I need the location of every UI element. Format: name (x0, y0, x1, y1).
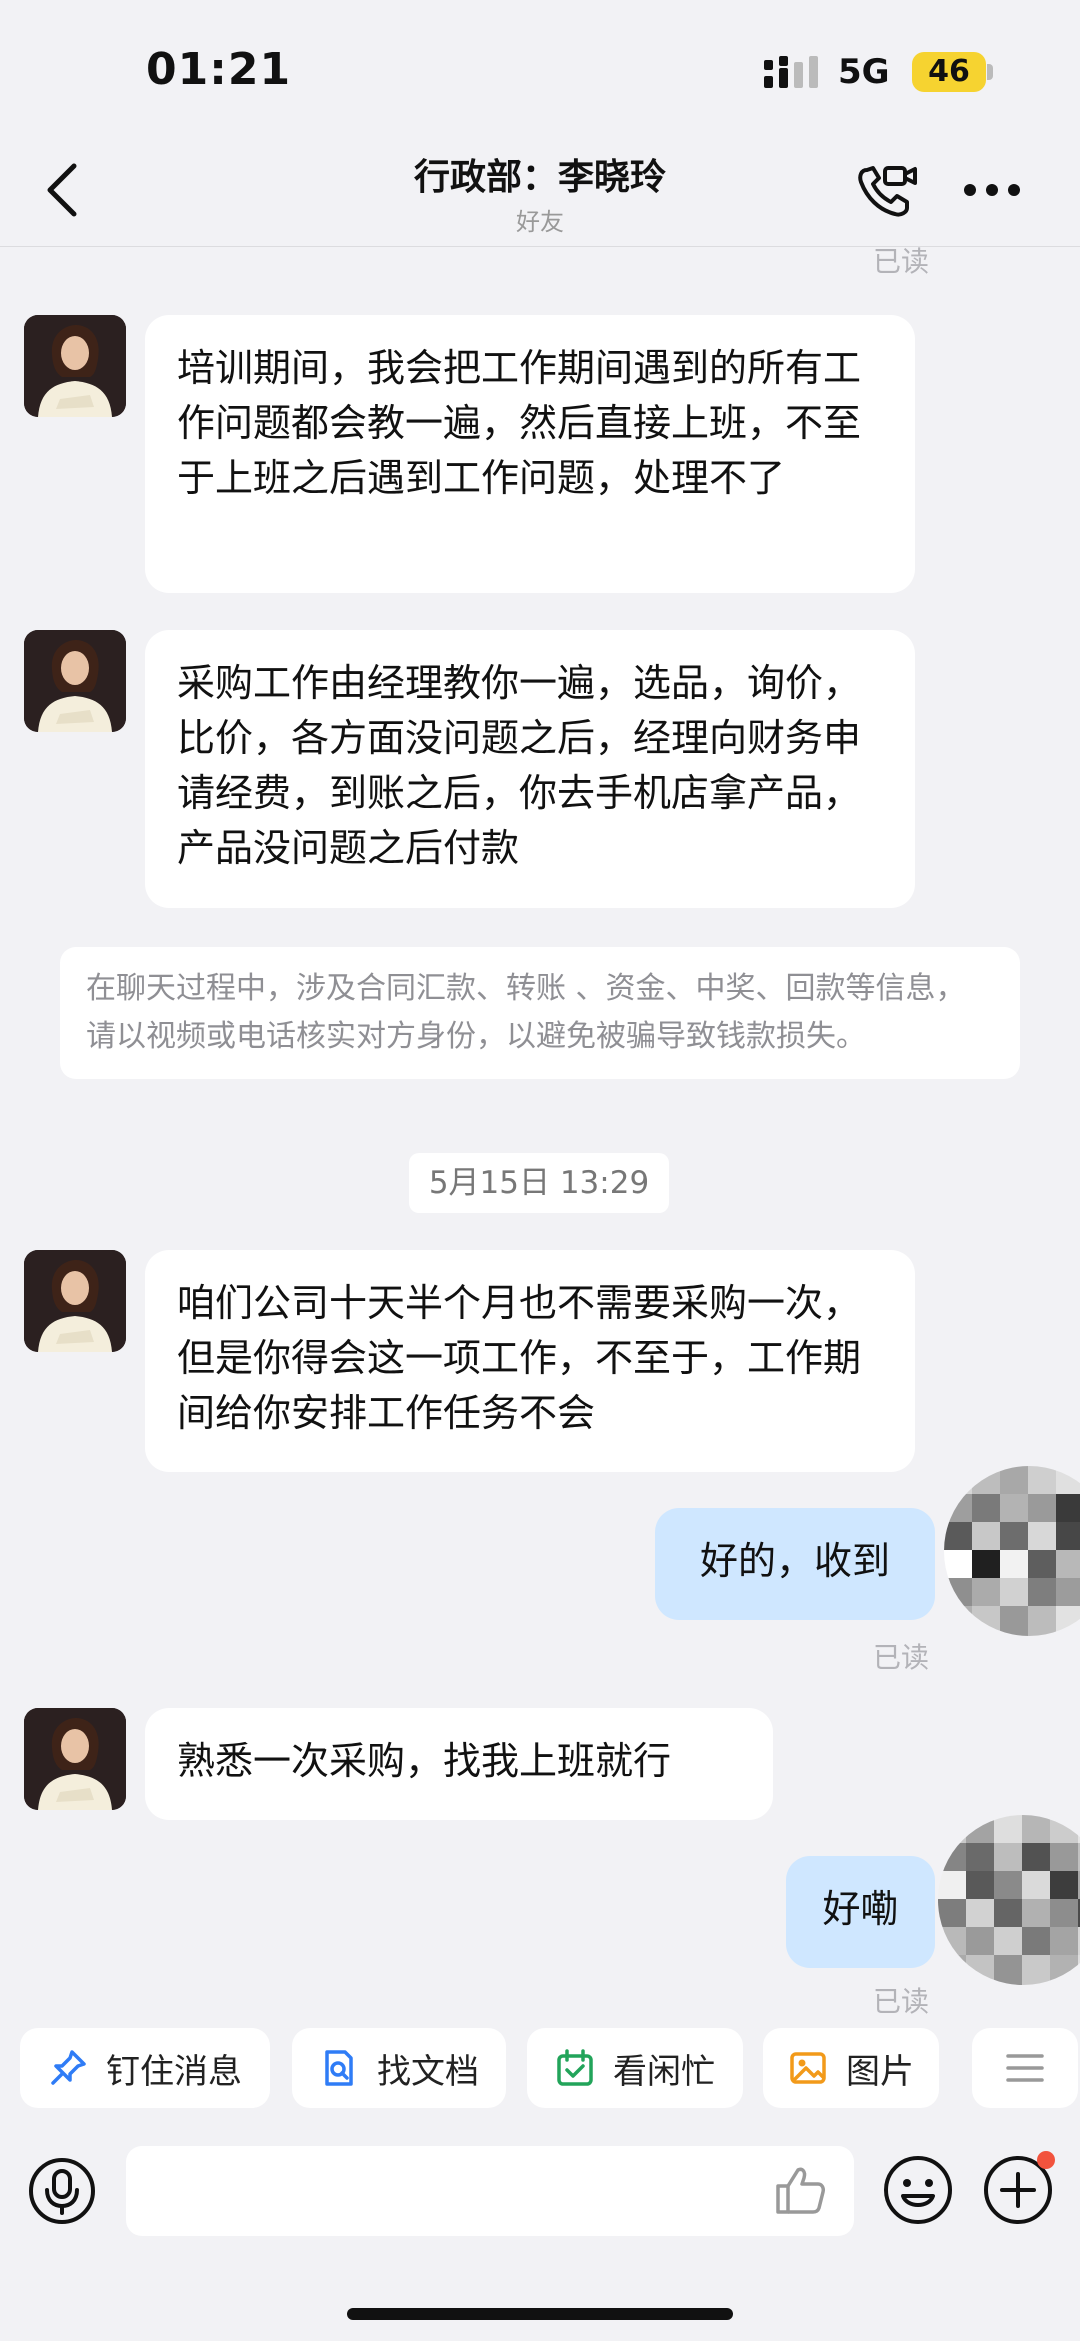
pin-message-button[interactable]: 钉住消息 (20, 2028, 270, 2108)
image-icon (790, 2052, 826, 2084)
menu-lines-icon (1006, 2054, 1044, 2082)
phone-video-icon[interactable] (855, 160, 919, 220)
home-indicator[interactable] (347, 2308, 733, 2320)
contact-avatar[interactable] (24, 315, 126, 417)
pin-icon (51, 2050, 86, 2085)
quick-action-label: 找文档 (377, 2051, 479, 2092)
timestamp-divider: 5月15日 13:29 (409, 1153, 669, 1213)
contact-avatar[interactable] (24, 630, 126, 732)
battery-indicator: 46 (912, 52, 986, 92)
contact-avatar-icon (24, 1250, 126, 1352)
my-message-bubble[interactable]: 好嘞 (786, 1856, 935, 1968)
message-bubble[interactable]: 熟悉一次采购，找我上班就行 (145, 1708, 773, 1820)
battery-cap (987, 64, 993, 80)
notification-dot (1037, 2151, 1055, 2169)
contact-avatar[interactable] (24, 1708, 126, 1810)
contact-avatar-icon (24, 630, 126, 732)
thumbs-up-icon[interactable] (772, 2162, 828, 2218)
doc-search-icon (325, 2050, 353, 2086)
more-options-icon[interactable] (962, 182, 1022, 198)
contact-avatar[interactable] (24, 1250, 126, 1352)
safety-notice: 在聊天过程中，涉及合同汇款、转账 、资金、中奖、回款等信息，请以视频或电话核实对… (60, 947, 1020, 1079)
check-availability-button[interactable]: 看闲忙 (527, 2028, 743, 2108)
read-status: 已读 (873, 1985, 930, 2018)
read-status: 已读 (873, 245, 930, 278)
my-avatar[interactable] (938, 1815, 1080, 1985)
image-button[interactable]: 图片 (763, 2028, 939, 2108)
my-message-bubble[interactable]: 好的，收到 (655, 1508, 935, 1620)
pixelated-avatar-icon (938, 1815, 1080, 1985)
quick-action-label: 图片 (846, 2051, 914, 2092)
calendar-check-icon (557, 2049, 593, 2086)
status-time: 01:21 (146, 44, 292, 95)
quick-action-label: 看闲忙 (613, 2051, 715, 2092)
message-input[interactable] (126, 2146, 854, 2236)
voice-input-icon[interactable] (28, 2157, 96, 2225)
contact-avatar-icon (24, 315, 126, 417)
message-bubble[interactable]: 咱们公司十天半个月也不需要采购一次，但是你得会这一项工作，不至于，工作期间给你安… (145, 1250, 915, 1472)
read-status: 已读 (873, 1641, 930, 1674)
message-bubble[interactable]: 采购工作由经理教你一遍，选品，询价，比价，各方面没问题之后，经理向财务申请经费，… (145, 630, 915, 908)
message-bubble[interactable]: 培训期间，我会把工作期间遇到的所有工作问题都会教一遍，然后直接上班，不至于上班之… (145, 315, 915, 593)
my-avatar[interactable] (944, 1466, 1080, 1636)
network-type: 5G (838, 52, 890, 92)
find-document-button[interactable]: 找文档 (292, 2028, 506, 2108)
quick-actions-menu-button[interactable] (972, 2028, 1078, 2108)
quick-action-label: 钉住消息 (106, 2051, 242, 2092)
signal-strength-icon (764, 56, 818, 88)
pixelated-avatar-icon (944, 1466, 1080, 1636)
contact-avatar-icon (24, 1708, 126, 1810)
emoji-icon[interactable] (882, 2154, 954, 2226)
